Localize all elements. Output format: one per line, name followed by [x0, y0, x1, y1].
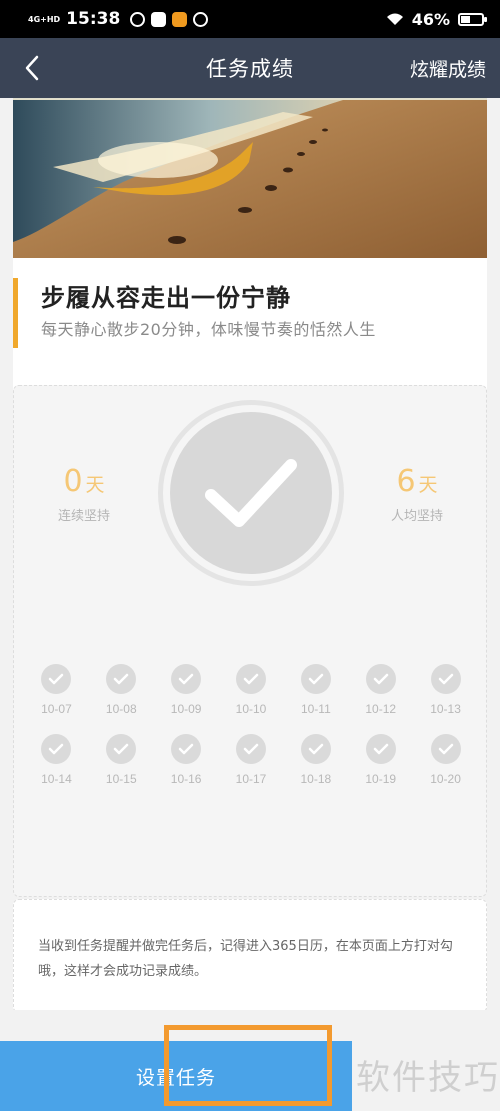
day-date: 10-14: [41, 772, 72, 786]
leaf-app-icon: [193, 11, 209, 27]
day-date: 10-07: [41, 702, 72, 716]
tip-card: 当收到任务提醒并做完任务后，记得进入365日历，在本页面上方打对勾哦，这样才会成…: [13, 899, 487, 1010]
stats-card: 0天 连续坚持 6天 人均坚持 10-07 10-08 10-09 10-10 10-1…: [13, 385, 487, 897]
day-check-icon: [430, 664, 461, 694]
day-item: 10-11: [286, 664, 346, 716]
day-item: 10-15: [91, 734, 151, 786]
watermark: 软件技巧: [356, 1058, 500, 1098]
day-date: 10-18: [300, 772, 332, 786]
network-indicator: 4G+HD: [28, 14, 61, 24]
streak-label: 连续坚持: [57, 509, 110, 524]
day-date: 10-11: [300, 702, 331, 716]
status-time: 15:38: [66, 9, 121, 29]
average-label: 人均坚持: [390, 509, 443, 524]
day-item: 10-17: [221, 734, 281, 786]
day-check-icon: [106, 734, 137, 764]
beach-footprints-image: [13, 98, 487, 258]
navigation-bar: 任务成绩 炫耀成绩: [0, 38, 500, 98]
battery-icon: [458, 12, 487, 26]
video-app-icon: [151, 11, 167, 27]
task-title: 步履从容走出一份宁静: [41, 284, 291, 312]
day-check-icon: [300, 734, 331, 764]
day-item: 10-13: [416, 664, 476, 716]
day-check-icon: [171, 664, 202, 694]
day-date: 10-20: [430, 772, 461, 786]
day-item: 10-16: [156, 734, 216, 786]
status-bar: 4G+HD 15:38 46%: [0, 0, 500, 38]
day-date: 10-16: [170, 772, 202, 786]
day-check-icon: [365, 664, 396, 694]
day-item: 10-12: [351, 664, 411, 716]
day-check-icon: [365, 734, 396, 764]
day-date: 10-17: [235, 772, 267, 786]
task-description: 每天静心散步20分钟，体味慢节奏的恬然人生: [41, 320, 376, 339]
checkmark-icon: [205, 459, 297, 527]
highlight-annotation: [164, 1025, 332, 1106]
average-unit: 天: [418, 474, 438, 496]
day-check-icon: [236, 734, 266, 764]
day-date: 10-09: [170, 702, 202, 716]
day-item: 10-08: [91, 664, 151, 716]
streak-unit: 天: [85, 474, 105, 496]
day-check-icon: [106, 664, 137, 694]
day-date: 10-08: [105, 702, 137, 716]
day-item: 10-09: [156, 664, 216, 716]
tip-text: 当收到任务提醒并做完任务后，记得进入365日历，在本页面上方打对勾哦，这样才会成…: [38, 939, 453, 979]
store-app-icon: [172, 11, 188, 27]
day-item: 10-19: [351, 734, 411, 786]
day-item: 10-07: [26, 664, 86, 716]
day-check-icon: [41, 664, 72, 694]
streak-value: 0: [63, 464, 83, 499]
day-date: 10-13: [430, 702, 461, 716]
average-value: 6: [396, 464, 416, 499]
day-item: 10-10: [221, 664, 281, 716]
day-item: 10-20: [416, 734, 476, 786]
main-content: 步履从容走出一份宁静 每天静心散步20分钟，体味慢节奏的恬然人生 0天 连续坚持…: [0, 98, 500, 1010]
average-stat: 6天 人均坚持: [362, 464, 472, 524]
day-check-icon: [300, 664, 331, 694]
day-check-icon: [41, 734, 72, 764]
day-check-icon: [171, 734, 202, 764]
day-date: 10-15: [105, 772, 137, 786]
day-item: 10-18: [286, 734, 346, 786]
task-accent-bar: [13, 278, 18, 348]
day-check-icon: [430, 734, 461, 764]
day-date: 10-19: [365, 772, 397, 786]
day-check-icon: [236, 664, 266, 694]
share-results-link[interactable]: 炫耀成绩: [410, 55, 486, 82]
app-notification-icon: [130, 11, 146, 27]
wifi-icon: [386, 13, 403, 25]
battery-percent: 46%: [411, 9, 450, 29]
streak-stat: 0天 连续坚持: [29, 464, 139, 524]
check-in-button[interactable]: [158, 400, 344, 586]
day-item: 10-14: [26, 734, 86, 786]
day-date: 10-12: [365, 702, 397, 716]
day-date: 10-10: [235, 702, 267, 716]
